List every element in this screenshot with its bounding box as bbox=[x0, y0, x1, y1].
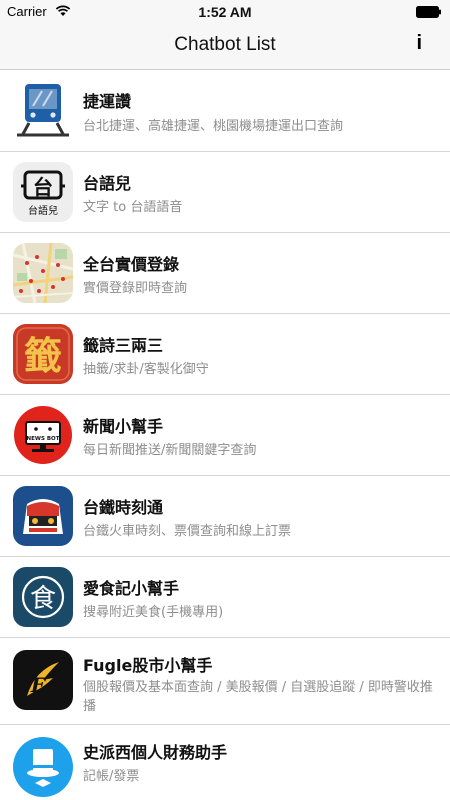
bot-description: 搜尋附近美食(手機專用) bbox=[83, 605, 224, 620]
clock-label: 1:52 AM bbox=[198, 4, 252, 20]
taiwanese-speaker-icon: 台 台語兒 bbox=[13, 162, 73, 222]
bot-title: Fugle股市小幫手 bbox=[83, 656, 213, 675]
bot-description: 台北捷運、高雄捷運、桃園機場捷運出口查詢 bbox=[83, 119, 344, 134]
food-seal-icon: 食 bbox=[13, 567, 73, 627]
bot-title: 愛食記小幫手 bbox=[83, 579, 180, 598]
bot-description: 文字 to 台語語音 bbox=[83, 200, 183, 215]
icon-glyph: 食 bbox=[30, 584, 56, 614]
list-item[interactable]: 籤 籤詩三兩三 抽籤/求卦/客製化御守 bbox=[0, 314, 450, 395]
bot-title: 台語兒 bbox=[83, 174, 132, 193]
battery-icon bbox=[416, 6, 442, 18]
list-item[interactable]: 捷運讚 台北捷運、高雄捷運、桃園機場捷運出口查詢 bbox=[0, 70, 450, 152]
icon-glyph-top: 台 bbox=[33, 175, 53, 199]
real-estate-map-icon bbox=[13, 243, 73, 303]
bot-title: 史派西個人財務助手 bbox=[83, 743, 228, 762]
bot-description: 每日新聞推送/新聞關鍵字查詢 bbox=[83, 443, 257, 458]
icon-glyph: NEWS BOT bbox=[27, 436, 60, 442]
bot-title: 籤詩三兩三 bbox=[83, 336, 164, 355]
bot-title: 新聞小幫手 bbox=[83, 417, 164, 436]
status-bar: Carrier 1:52 AM bbox=[0, 0, 450, 24]
bot-description: 實價登錄即時查詢 bbox=[83, 281, 188, 296]
news-bot-icon: NEWS BOT bbox=[13, 405, 73, 465]
bot-title: 台鐵時刻通 bbox=[83, 498, 164, 517]
top-hat-icon bbox=[13, 737, 73, 797]
page-title: Chatbot List bbox=[174, 34, 276, 55]
railway-train-icon bbox=[13, 486, 73, 546]
bot-title: 捷運讚 bbox=[83, 92, 132, 111]
icon-glyph-bottom: 台語兒 bbox=[28, 204, 58, 217]
bot-description: 個股報價及基本面查詢 / 美股報價 / 自選股追蹤 / 即時警收推播 bbox=[83, 680, 433, 714]
icon-glyph: 籤 bbox=[24, 334, 62, 378]
bot-description: 記帳/發票 bbox=[83, 769, 140, 784]
navigation-bar: Chatbot List i bbox=[0, 24, 450, 70]
list-item[interactable]: NEWS BOT 新聞小幫手 每日新聞推送/新聞關鍵字查詢 bbox=[0, 395, 450, 476]
list-item[interactable]: 台 台語兒 台語兒 文字 to 台語語音 bbox=[0, 152, 450, 233]
list-item[interactable]: F Fugle股市小幫手 個股報價及基本面查詢 / 美股報價 / 自選股追蹤 /… bbox=[0, 638, 450, 725]
list-item[interactable]: 全台實價登錄 實價登錄即時查詢 bbox=[0, 233, 450, 314]
info-button[interactable]: i bbox=[416, 32, 422, 55]
bot-description: 抽籤/求卦/客製化御守 bbox=[83, 362, 209, 377]
list-item[interactable]: 食 愛食記小幫手 搜尋附近美食(手機專用) bbox=[0, 557, 450, 638]
bot-title: 全台實價登錄 bbox=[83, 255, 180, 274]
list-item[interactable]: 台鐵時刻通 台鐵火車時刻、票價查詢和線上訂票 bbox=[0, 476, 450, 557]
metro-train-icon bbox=[13, 80, 73, 140]
chatbot-list: 捷運讚 台北捷運、高雄捷運、桃園機場捷運出口查詢 台 台語兒 台語兒 文字 to… bbox=[0, 70, 450, 797]
list-item[interactable]: 史派西個人財務助手 記帳/發票 bbox=[0, 725, 450, 797]
fortune-stick-icon: 籤 bbox=[13, 324, 73, 384]
bot-description: 台鐵火車時刻、票價查詢和線上訂票 bbox=[83, 524, 292, 539]
icon-glyph: F bbox=[30, 673, 47, 697]
fugle-logo-icon: F bbox=[13, 650, 73, 710]
